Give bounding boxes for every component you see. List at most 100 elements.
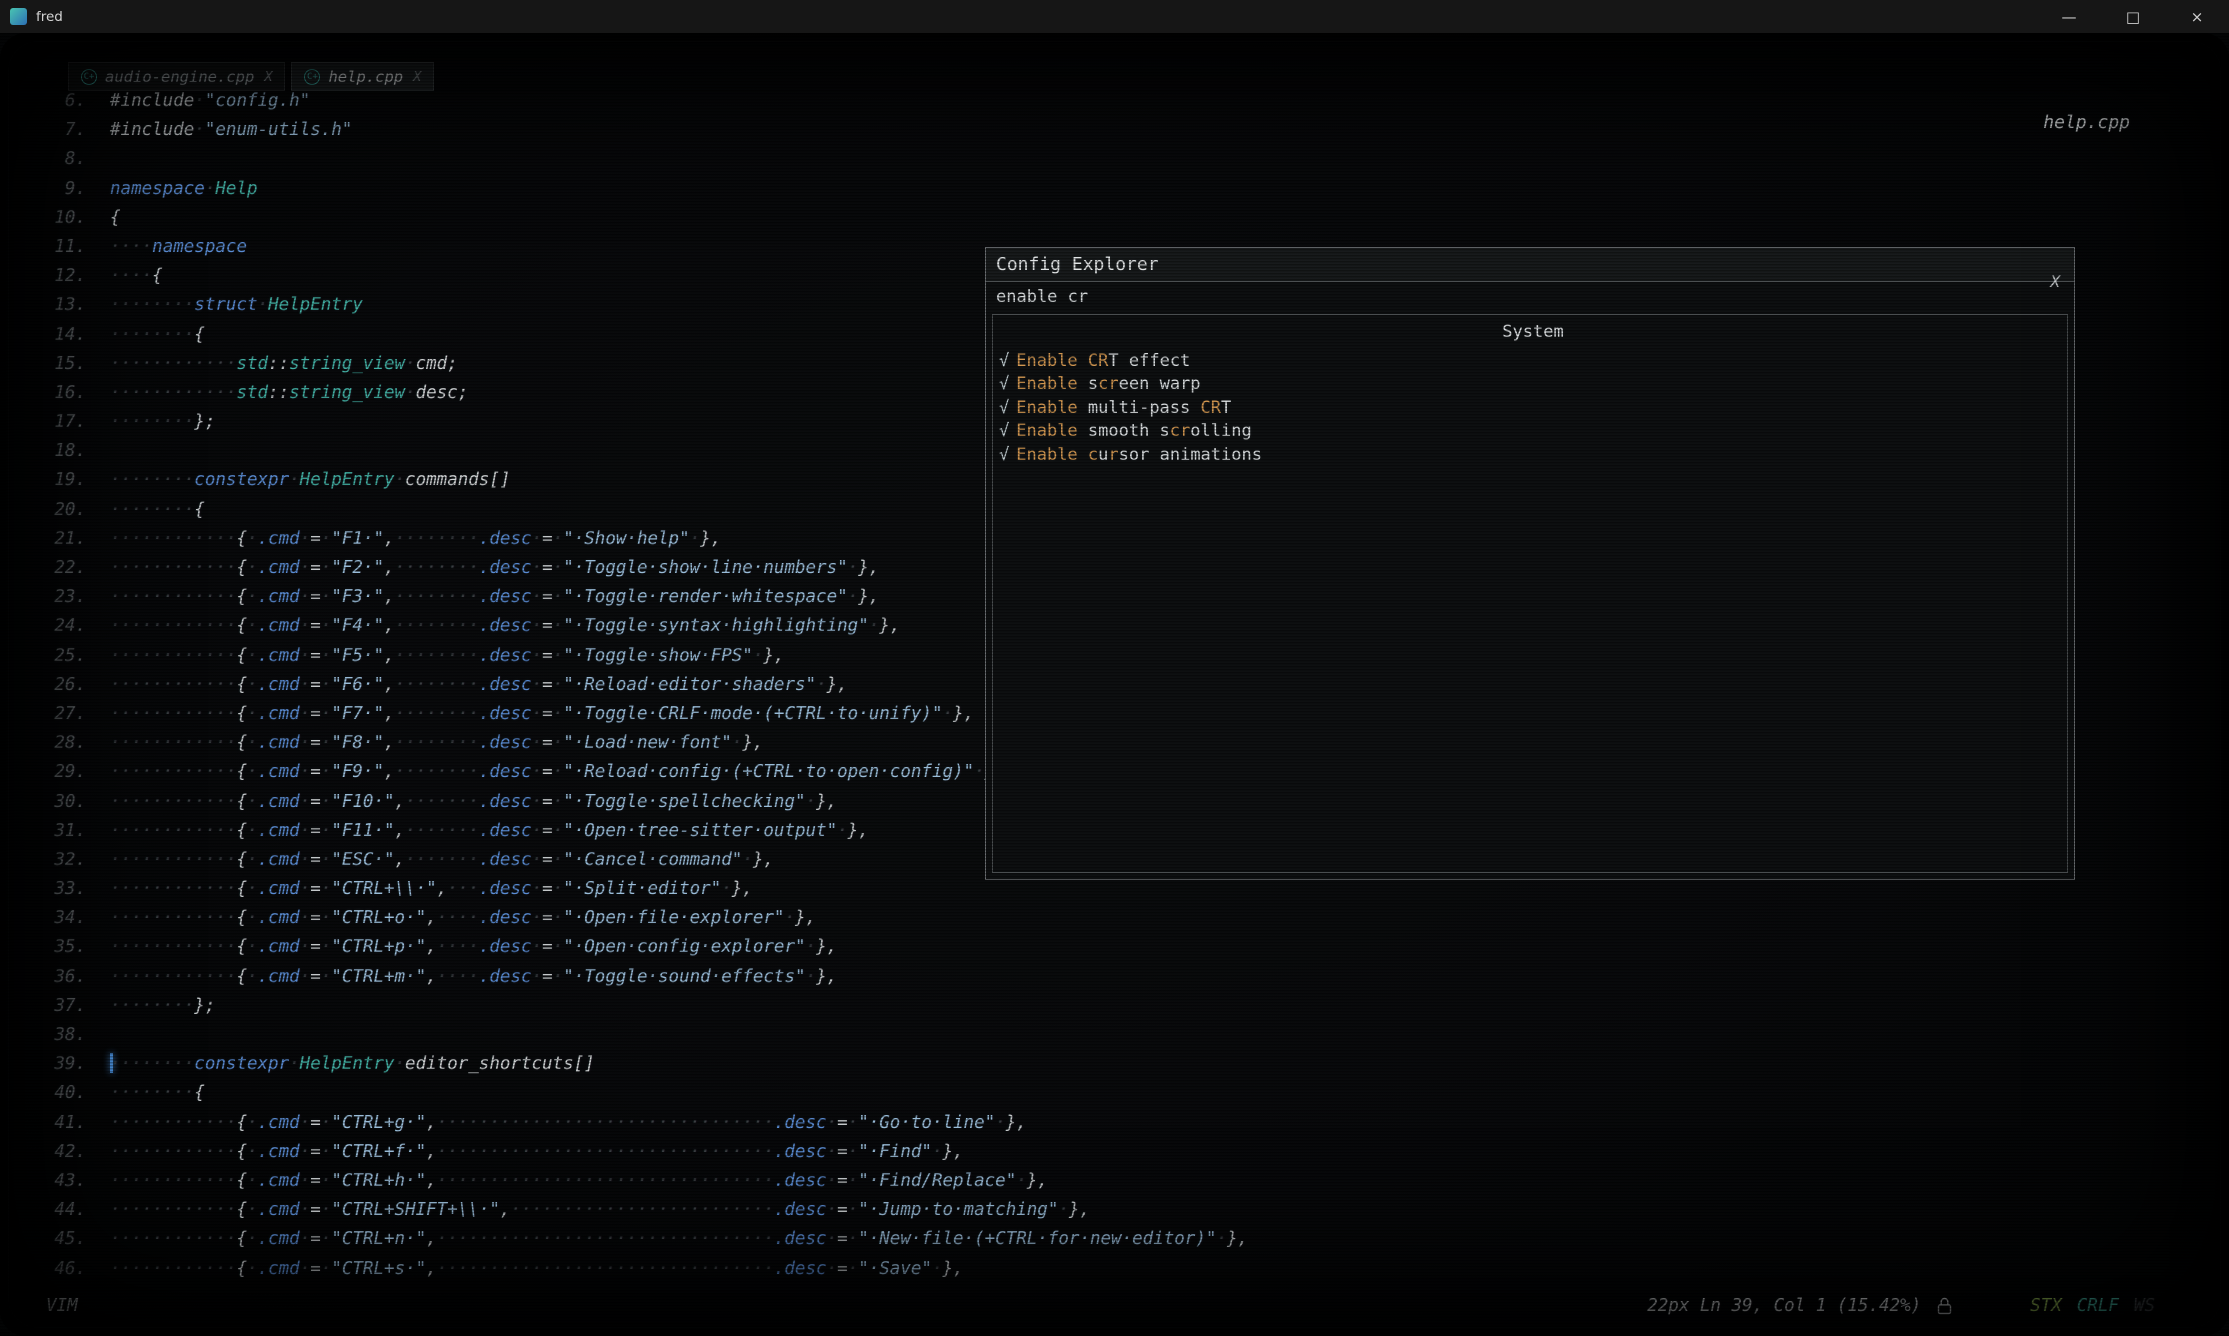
line-number: 23.	[36, 583, 86, 612]
config-close-icon[interactable]: X	[2050, 272, 2060, 291]
code-line: 37.········};	[36, 992, 1248, 1021]
line-number: 21.	[36, 525, 86, 554]
line-number: 38.	[36, 1021, 86, 1050]
code-line: 36.············{·.cmd·=·"CTRL+m·",····.d…	[36, 963, 1248, 992]
checkbox-checked-icon: √	[999, 374, 1009, 394]
config-item-label: Enable screen warp	[1016, 374, 1200, 394]
status-flag-ws: WS	[2134, 1296, 2155, 1316]
code-text: ········{	[86, 496, 205, 525]
line-number: 43.	[36, 1167, 86, 1196]
tab-close-icon[interactable]: X	[264, 69, 272, 85]
code-line: 9.namespace·Help	[36, 175, 1248, 204]
code-text: ············{·.cmd·=·"F6·",········.desc…	[86, 671, 848, 700]
tab-bar: C+audio-engine.cppX C+ help.cpp X	[68, 62, 434, 91]
code-text: #include·"config.h"	[86, 87, 310, 116]
line-number: 7.	[36, 116, 86, 145]
tab-label: help.cpp	[328, 68, 403, 86]
line-number: 33.	[36, 875, 86, 904]
line-number: 31.	[36, 817, 86, 846]
code-text	[86, 1021, 110, 1050]
config-section-header: System	[999, 319, 2067, 345]
crt-screen: C+audio-engine.cppXC+help.cppX help.cpp …	[0, 33, 2229, 1336]
code-text: ············{·.cmd·=·"CTRL+m·",····.desc…	[86, 963, 837, 992]
status-flags: STXCRLFWS	[2030, 1296, 2155, 1316]
code-text: ········{	[86, 1079, 205, 1108]
tab-audio-engine.cpp[interactable]: C+audio-engine.cppX	[68, 62, 285, 91]
line-number: 45.	[36, 1225, 86, 1254]
line-number: 12.	[36, 262, 86, 291]
filename-overlay: help.cpp	[2043, 112, 2130, 133]
config-item[interactable]: √Enable smooth scrolling	[999, 420, 2067, 444]
app-icon	[10, 8, 27, 25]
code-text: ············{·.cmd·=·"F8·",········.desc…	[86, 729, 763, 758]
code-text: ············{·.cmd·=·"F11·",·······.desc…	[86, 817, 869, 846]
lock-icon	[1937, 1297, 1952, 1315]
code-text: ············{·.cmd·=·"F4·",········.desc…	[86, 612, 900, 641]
line-number: 44.	[36, 1196, 86, 1225]
app-window: fred — □ × C+audio-engine.cppX C+ help.cpp…	[0, 0, 2229, 1336]
checkbox-checked-icon: √	[999, 351, 1009, 371]
code-text: ············{·.cmd·=·"F2·",········.desc…	[86, 554, 879, 583]
code-text: ············{·.cmd·=·"CTRL+o·",····.desc…	[86, 904, 816, 933]
code-text: ············{·.cmd·=·"ESC·",·······.desc…	[86, 846, 774, 875]
config-item[interactable]: √Enable CRT effect	[999, 349, 2067, 373]
line-number: 42.	[36, 1138, 86, 1167]
code-line: 45.············{·.cmd·=·"CTRL+n·",······…	[36, 1225, 1248, 1254]
code-text: ············{·.cmd·=·"F3·",········.desc…	[86, 583, 879, 612]
line-number: 6.	[36, 87, 86, 116]
config-item-label: Enable multi-pass CRT	[1016, 398, 1231, 418]
checkbox-checked-icon: √	[999, 445, 1009, 465]
code-text: ············{·.cmd·=·"CTRL+g·",·········…	[86, 1109, 1027, 1138]
code-text: ············{·.cmd·=·"F1·",········.desc…	[86, 525, 721, 554]
line-number: 34.	[36, 904, 86, 933]
status-bar: VIM 22px Ln 39, Col 1 (15.42%) STXCRLFWS	[36, 1292, 2201, 1320]
window-title: fred	[36, 9, 63, 25]
code-text: ····namespace	[86, 233, 247, 262]
line-number: 13.	[36, 291, 86, 320]
code-text: ············{·.cmd·=·"CTRL+p·",····.desc…	[86, 933, 837, 962]
close-button[interactable]: ×	[2165, 0, 2229, 33]
code-line: 8.	[36, 145, 1248, 174]
line-number: 30.	[36, 788, 86, 817]
code-text: ············{·.cmd·=·"CTRL+n·",·········…	[86, 1225, 1248, 1254]
config-search-input[interactable]: enable cr	[986, 282, 2074, 312]
code-line: 39.········constexpr·HelpEntry·editor_sh…	[36, 1050, 1248, 1079]
code-line: 43.············{·.cmd·=·"CTRL+h·",······…	[36, 1167, 1248, 1196]
tab-help.cpp[interactable]: C+ help.cpp X	[291, 62, 434, 91]
line-number: 35.	[36, 933, 86, 962]
line-number: 26.	[36, 671, 86, 700]
code-line: 41.············{·.cmd·=·"CTRL+g·",······…	[36, 1109, 1248, 1138]
line-number: 39.	[36, 1050, 86, 1079]
code-text: ········};	[86, 408, 215, 437]
code-text: ····{	[86, 262, 163, 291]
code-line: 34.············{·.cmd·=·"CTRL+o·",····.d…	[36, 904, 1248, 933]
maximize-button[interactable]: □	[2101, 0, 2165, 33]
code-text: ············{·.cmd·=·"CTRL+f·",·········…	[86, 1138, 964, 1167]
line-number: 36.	[36, 963, 86, 992]
line-number: 18.	[36, 437, 86, 466]
code-text: ············std::string_view·desc;	[86, 379, 468, 408]
line-number: 8.	[36, 145, 86, 174]
line-number: 20.	[36, 496, 86, 525]
code-text	[86, 437, 110, 466]
code-text	[86, 145, 110, 174]
code-text: ········};	[86, 992, 215, 1021]
code-line: 46.············{·.cmd·=·"CTRL+s·",······…	[36, 1255, 1248, 1284]
line-number: 19.	[36, 466, 86, 495]
line-number: 32.	[36, 846, 86, 875]
code-line: 6.#include·"config.h"	[36, 87, 1248, 116]
cpp-file-icon: C+	[304, 69, 320, 85]
code-text: ············{·.cmd·=·"CTRL+h·",·········…	[86, 1167, 1048, 1196]
config-item[interactable]: √ Enable screen warp	[999, 373, 2067, 397]
config-item-label: Enable smooth scrolling	[1016, 421, 1251, 441]
line-number: 9.	[36, 175, 86, 204]
code-text: ············{·.cmd·=·"F7·",········.desc…	[86, 700, 974, 729]
config-item[interactable]: √Enable multi-pass CRT	[999, 396, 2067, 420]
config-item[interactable]: √ Enable cursor animations	[999, 443, 2067, 467]
minimize-button[interactable]: —	[2037, 0, 2101, 33]
code-text: {	[86, 204, 121, 233]
code-text: ············{·.cmd·=·"F10·",·······.desc…	[86, 788, 837, 817]
config-item-label: Enable cursor animations	[1016, 445, 1262, 465]
tab-close-icon[interactable]: X	[413, 69, 421, 85]
title-bar: fred — □ ×	[0, 0, 2229, 33]
